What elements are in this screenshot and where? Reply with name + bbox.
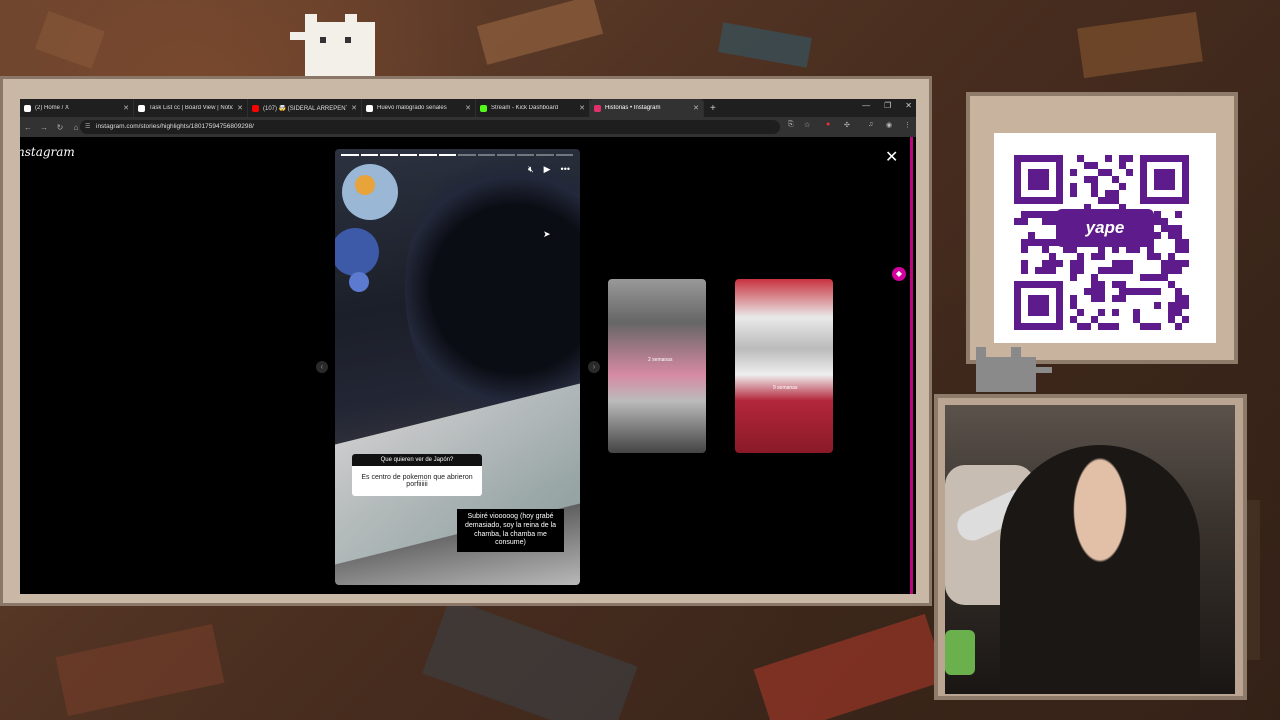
youtube-icon bbox=[252, 104, 259, 112]
tab-huevo[interactable]: Huevo malogrado señales ✕ bbox=[362, 99, 476, 117]
tab-bar: (2) Home / X ✕ Task List cc | Board View… bbox=[20, 99, 916, 117]
progress-segment bbox=[438, 154, 456, 156]
thumbnail-time: 9 semanas bbox=[773, 385, 798, 391]
question-sticker: Que quieren ver de Japón? Es centro de p… bbox=[352, 454, 482, 496]
close-tab-icon[interactable]: ✕ bbox=[351, 104, 357, 112]
minimize-icon[interactable]: — bbox=[862, 101, 870, 110]
media-icon[interactable]: ♫ bbox=[868, 121, 873, 128]
close-tab-icon[interactable]: ✕ bbox=[465, 104, 471, 112]
question-header: Que quieren ver de Japón? bbox=[352, 454, 482, 466]
tab-title: Huevo malogrado señales bbox=[377, 105, 447, 111]
tab-title: Historias • Instagram bbox=[605, 105, 661, 111]
story-caption: Subiré viooooog (hoy grabé demasiado, so… bbox=[457, 509, 564, 552]
instagram-icon bbox=[594, 104, 601, 112]
tab-title: Stream - Kick Dashboard bbox=[491, 105, 559, 111]
menu-kebab-icon[interactable]: ⋮ bbox=[904, 121, 911, 129]
close-tab-icon[interactable]: ✕ bbox=[579, 104, 585, 112]
tab-x-home[interactable]: (2) Home / X ✕ bbox=[20, 99, 134, 117]
story-progress-bar bbox=[341, 154, 573, 156]
reload-icon[interactable]: ↻ bbox=[52, 123, 68, 132]
progress-segment bbox=[380, 154, 398, 156]
tab-notion[interactable]: Task List cc | Board View | Notion ✕ bbox=[134, 99, 248, 117]
progress-segment bbox=[458, 154, 476, 156]
webcam-feed bbox=[945, 405, 1235, 694]
x-logo-icon bbox=[24, 104, 31, 112]
url-text: instagram.com/stories/highlights/1801759… bbox=[96, 123, 254, 130]
side-accent-bar bbox=[910, 137, 913, 594]
more-options-icon[interactable]: ••• bbox=[561, 164, 570, 175]
play-icon[interactable]: ▶ bbox=[544, 164, 551, 175]
mug-image bbox=[945, 630, 975, 675]
url-input[interactable]: ☰ instagram.com/stories/highlights/18017… bbox=[80, 120, 780, 134]
story-controls: 🔇︎ ▶ ••• bbox=[528, 164, 570, 175]
progress-segment bbox=[360, 154, 378, 156]
mouse-cursor-icon: ➤ bbox=[543, 229, 551, 239]
back-icon[interactable]: ← bbox=[20, 123, 36, 132]
story-thumbnail[interactable]: 9 semanas bbox=[735, 279, 833, 453]
tab-youtube[interactable]: (107) 🤯 (SIDERAL ARREPENTI ✕ bbox=[248, 99, 362, 117]
notion-icon bbox=[138, 104, 145, 112]
extensions-puzzle-icon[interactable]: ✣ bbox=[844, 121, 850, 129]
install-icon[interactable]: ⎘ bbox=[788, 121, 794, 129]
close-story-icon[interactable]: ✕ bbox=[885, 147, 898, 167]
story-thumbnail[interactable]: 2 semanas bbox=[608, 279, 706, 453]
qr-card: yape bbox=[994, 133, 1216, 343]
thumbnail-time: 2 semanas bbox=[648, 357, 673, 363]
progress-segment bbox=[399, 154, 417, 156]
prev-story-icon[interactable]: ‹ bbox=[316, 361, 328, 373]
pokemon-figure-image bbox=[335, 164, 398, 292]
mute-icon[interactable]: 🔇︎ bbox=[528, 164, 534, 175]
address-bar: ← → ↻ ⌂ ☰ instagram.com/stories/highligh… bbox=[20, 117, 916, 137]
yape-logo: yape bbox=[1056, 209, 1154, 247]
bookmark-star-icon[interactable]: ☆ bbox=[804, 121, 810, 129]
browser-window: (2) Home / X ✕ Task List cc | Board View… bbox=[20, 99, 916, 594]
profile-icon[interactable]: ◉ bbox=[886, 121, 892, 129]
next-story-icon[interactable]: › bbox=[588, 361, 600, 373]
extension-icon[interactable]: ● bbox=[826, 121, 830, 128]
streamer-image bbox=[1000, 445, 1200, 694]
tab-title: (2) Home / X bbox=[35, 105, 70, 111]
instagram-page: nstagram ✕ ‹ › 🔇︎ ▶ ••• Que quieren ver … bbox=[20, 137, 916, 594]
restore-icon[interactable]: ❐ bbox=[884, 101, 891, 110]
instagram-logo[interactable]: nstagram bbox=[20, 145, 75, 159]
pixel-cat-gray-icon bbox=[976, 347, 1052, 392]
tab-title: Task List cc | Board View | Notion bbox=[149, 105, 234, 111]
progress-segment bbox=[419, 154, 437, 156]
progress-segment bbox=[555, 154, 573, 156]
tab-title: (107) 🤯 (SIDERAL ARREPENTI bbox=[263, 105, 348, 112]
progress-segment bbox=[477, 154, 495, 156]
tab-kick[interactable]: Stream - Kick Dashboard ✕ bbox=[476, 99, 590, 117]
story-viewer[interactable]: 🔇︎ ▶ ••• Que quieren ver de Japón? Es ce… bbox=[335, 149, 580, 585]
progress-segment bbox=[497, 154, 515, 156]
progress-segment bbox=[536, 154, 554, 156]
close-tab-icon[interactable]: ✕ bbox=[237, 104, 243, 112]
progress-segment bbox=[341, 154, 359, 156]
close-tab-icon[interactable]: ✕ bbox=[693, 104, 699, 112]
new-tab-button[interactable]: + bbox=[710, 103, 716, 114]
close-window-icon[interactable]: ✕ bbox=[905, 101, 912, 110]
site-info-icon[interactable]: ☰ bbox=[85, 120, 90, 134]
progress-segment bbox=[516, 154, 534, 156]
page-icon bbox=[366, 104, 373, 112]
question-answer: Es centro de pokemon que abrieron porfii… bbox=[361, 474, 473, 488]
extension-badge-icon[interactable]: ◆ bbox=[892, 267, 906, 281]
forward-icon[interactable]: → bbox=[36, 123, 52, 132]
kick-icon bbox=[480, 104, 487, 112]
close-tab-icon[interactable]: ✕ bbox=[123, 104, 129, 112]
tab-instagram[interactable]: Historias • Instagram ✕ bbox=[590, 99, 704, 117]
window-controls: — ❐ ✕ bbox=[862, 101, 912, 110]
